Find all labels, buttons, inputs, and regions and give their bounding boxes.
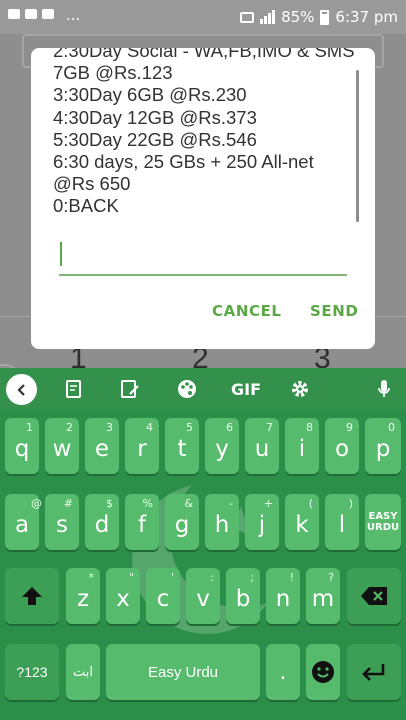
send-button[interactable]: SEND	[310, 302, 358, 320]
battery-percent: 85%	[281, 8, 315, 26]
emoji-smiley-icon	[312, 661, 334, 683]
key-b[interactable]: ; b	[226, 568, 260, 624]
enter-key[interactable]	[347, 644, 401, 700]
key-d[interactable]: $ d	[85, 494, 119, 550]
settings-gear-icon[interactable]	[288, 378, 312, 400]
key-e[interactable]: 3e	[85, 418, 119, 474]
key-a[interactable]: @ a	[5, 494, 42, 550]
backspace-icon	[361, 587, 387, 605]
key-j[interactable]: + j	[245, 494, 279, 550]
key-o[interactable]: 9o	[325, 418, 359, 474]
key-s[interactable]: # s	[45, 494, 79, 550]
key-x[interactable]: " x	[106, 568, 140, 624]
symbols-key[interactable]: ?123	[5, 644, 59, 700]
key-l[interactable]: ) l	[325, 494, 359, 550]
urdu-dictionary-icon[interactable]	[62, 378, 86, 400]
cast-icon	[240, 11, 255, 23]
key-f[interactable]: % f	[125, 494, 159, 550]
ussd-dialog: 2:30Day Social - WA,FB,IMO & SMS 7GB @Rs…	[31, 48, 375, 349]
notification-video-icon	[8, 9, 20, 19]
key-k[interactable]: (k	[285, 494, 319, 550]
key-y[interactable]: 6y	[205, 418, 239, 474]
ussd-reply-input[interactable]	[59, 238, 347, 276]
key-n[interactable]: ! n	[266, 568, 300, 624]
themes-edit-icon[interactable]	[118, 378, 142, 400]
key-m[interactable]: ? m	[306, 568, 340, 624]
notification-youtube-icon	[42, 9, 54, 19]
key-z[interactable]: * z	[66, 568, 100, 624]
enter-arrow-icon	[362, 664, 385, 681]
text-caret	[60, 242, 62, 266]
emoji-key[interactable]	[306, 644, 340, 700]
shift-arrow-icon	[22, 587, 42, 605]
microphone-icon[interactable]	[372, 378, 396, 400]
key-g[interactable]: & g	[165, 494, 199, 550]
urdu-layout-key[interactable]: ابت	[66, 644, 100, 700]
status-right: 85% 6:37 pm	[240, 8, 398, 26]
key-t[interactable]: 5t	[165, 418, 199, 474]
shift-key[interactable]	[5, 568, 59, 624]
more-notifications: ...	[66, 6, 81, 24]
key-q[interactable]: 1q	[5, 418, 39, 474]
ussd-message: 2:30Day Social - WA,FB,IMO & SMS 7GB @Rs…	[53, 48, 355, 217]
key-r[interactable]: 4r	[125, 418, 159, 474]
key-h[interactable]: -h	[205, 494, 239, 550]
clock: 6:37 pm	[335, 8, 398, 26]
message-scrollbar[interactable]	[356, 70, 359, 222]
key-p[interactable]: 0p	[365, 418, 401, 474]
palette-icon[interactable]	[175, 378, 199, 400]
key-i[interactable]: 8i	[285, 418, 319, 474]
key-c[interactable]: ' c	[146, 568, 180, 624]
key-u[interactable]: 7u	[245, 418, 279, 474]
backspace-key[interactable]	[347, 568, 401, 624]
key-v[interactable]: :v	[186, 568, 220, 624]
status-bar: ... 85% 6:37 pm	[0, 0, 406, 34]
cancel-button[interactable]: CANCEL	[212, 302, 282, 320]
keyboard: ★ GIF 1q 2w 3e 4r 5t 6y 7u 8i 9o 0p @ a #…	[0, 368, 406, 720]
battery-icon	[320, 9, 330, 25]
signal-icon	[260, 10, 276, 24]
notification-icons	[8, 9, 54, 19]
keyboard-toolbar: GIF	[0, 368, 406, 410]
space-bar[interactable]: Easy Urdu	[106, 644, 260, 700]
notification-youtube-icon	[25, 9, 37, 19]
key-w[interactable]: 2w	[45, 418, 79, 474]
collapse-toolbar-icon[interactable]	[6, 374, 37, 405]
gif-button[interactable]: GIF	[228, 378, 264, 400]
easy-urdu-toggle-key[interactable]: EASY URDU	[365, 494, 401, 550]
period-key[interactable]: .	[266, 644, 300, 700]
